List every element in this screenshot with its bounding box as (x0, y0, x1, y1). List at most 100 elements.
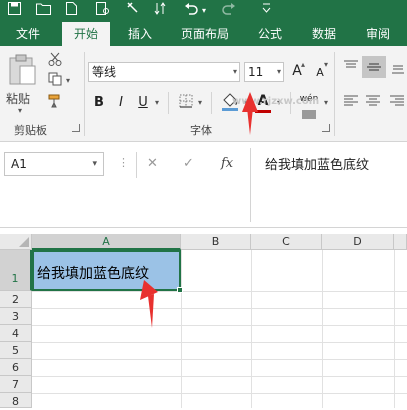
chevron-down-icon: ▾ (232, 67, 237, 76)
paste-button[interactable]: 粘贴 ▾ (4, 54, 42, 116)
cut-icon[interactable] (46, 52, 64, 72)
column-header-b[interactable]: B (181, 234, 251, 250)
align-bottom-icon[interactable] (390, 60, 406, 80)
row-header-6[interactable]: 6 (0, 359, 32, 376)
divider (290, 92, 291, 114)
paste-label: 粘贴 (6, 92, 31, 106)
font-size-select[interactable]: 11 ▾ (244, 62, 284, 82)
group-divider (84, 52, 85, 136)
save-icon[interactable] (8, 2, 21, 21)
column-header-e[interactable] (394, 234, 407, 250)
fill-color-bucket-icon[interactable] (220, 92, 240, 118)
phonetic-glyph-icon (302, 110, 316, 119)
row-header-2[interactable]: 2 (0, 291, 32, 308)
font-color-swatch (255, 110, 271, 113)
font-name-select[interactable]: 等线 ▾ (88, 62, 240, 82)
tab-review[interactable]: 审阅 (356, 22, 400, 46)
gridline (32, 376, 407, 377)
redo-icon[interactable] (222, 2, 236, 21)
font-name-value: 等线 (92, 65, 117, 79)
clipboard-icon (9, 54, 36, 85)
column-header-a[interactable]: A (32, 234, 181, 250)
gridline (394, 250, 395, 408)
open-folder-icon[interactable] (36, 2, 51, 21)
clipboard-group-label: 剪贴板 (14, 124, 47, 137)
format-painter-icon[interactable] (126, 2, 139, 22)
row-header-5[interactable]: 5 (0, 342, 32, 359)
name-box-value: A1 (11, 157, 27, 171)
bold-button[interactable]: B (92, 94, 106, 112)
tab-home[interactable]: 开始 (62, 22, 110, 46)
customize-toolbar-icon[interactable] (262, 2, 271, 20)
phonetic-dropdown-icon[interactable]: ▾ (324, 98, 328, 107)
cell-a1[interactable]: 给我填加蓝色底纹 (32, 250, 181, 291)
align-right-icon[interactable] (388, 94, 406, 114)
font-group-label: 字体 (190, 124, 212, 137)
select-all-corner[interactable] (0, 234, 32, 250)
row-header-4[interactable]: 4 (0, 325, 32, 342)
phonetic-label: wén (299, 94, 319, 104)
undo-dropdown-icon[interactable]: ▾ (202, 2, 206, 20)
copy-icon[interactable] (46, 72, 64, 92)
align-left-icon[interactable] (342, 94, 360, 114)
divider (211, 92, 212, 114)
gridline (32, 359, 407, 360)
cancel-icon[interactable]: ✕ (147, 156, 158, 171)
row-header-1[interactable]: 1 (0, 250, 32, 291)
quick-access-toolbar: ▾ (0, 0, 407, 22)
column-header-c[interactable]: C (251, 234, 322, 250)
font-color-letter: A (257, 93, 269, 109)
chevron-down-icon: ▾ (276, 67, 281, 76)
font-launcher-icon[interactable] (322, 124, 330, 132)
fill-handle[interactable] (177, 287, 183, 293)
gridline (32, 342, 407, 343)
sort-icon[interactable] (154, 2, 168, 21)
copy-dropdown-icon[interactable]: ▾ (66, 76, 70, 85)
fill-color-dropdown-icon[interactable]: ▾ (244, 98, 248, 107)
tab-file[interactable]: 文件 (6, 22, 50, 46)
tab-insert[interactable]: 插入 (118, 22, 162, 46)
formula-buttons: ✕ ✓ fx (136, 152, 248, 178)
gridline (181, 250, 182, 408)
row-header-8[interactable]: 8 (0, 393, 32, 408)
font-color-button[interactable]: A (254, 92, 272, 113)
clipboard-launcher-icon[interactable] (72, 124, 80, 132)
gridline (32, 325, 407, 326)
chevron-down-icon: ▾ (92, 159, 97, 169)
row-header-3[interactable]: 3 (0, 308, 32, 325)
font-color-dropdown-icon[interactable]: ▾ (277, 98, 281, 107)
divider (168, 92, 169, 114)
underline-dropdown-icon[interactable]: ▾ (155, 98, 159, 107)
align-center-icon[interactable] (364, 94, 382, 114)
enter-icon[interactable]: ✓ (183, 156, 194, 171)
ribbon-tabs: 文件 开始 插入 页面布局 公式 数据 审阅 (0, 22, 407, 46)
tab-page-layout[interactable]: 页面布局 (172, 22, 238, 46)
tab-formulas[interactable]: 公式 (248, 22, 292, 46)
name-box[interactable]: A1 ▾ (4, 152, 104, 176)
new-file-icon[interactable] (66, 2, 77, 21)
grow-font-arrow-icon: ▴ (301, 60, 306, 69)
align-middle-icon[interactable] (362, 56, 386, 78)
row-header-7[interactable]: 7 (0, 376, 32, 393)
group-divider (334, 52, 335, 136)
borders-icon[interactable] (178, 94, 194, 114)
underline-button[interactable]: U (136, 94, 150, 112)
format-painter-brush-icon[interactable] (46, 94, 64, 114)
print-preview-icon[interactable] (96, 2, 110, 21)
formula-bar-handle-icon: ⋮ (118, 156, 129, 169)
borders-dropdown-icon[interactable]: ▾ (198, 98, 202, 107)
align-top-icon[interactable] (342, 60, 360, 80)
column-header-d[interactable]: D (322, 234, 394, 250)
formula-input[interactable]: 给我填加蓝色底纹 (250, 148, 407, 222)
gridline (322, 250, 323, 408)
undo-icon[interactable] (184, 2, 198, 21)
tab-data[interactable]: 数据 (302, 22, 346, 46)
italic-button[interactable]: I (114, 94, 128, 112)
gridline (32, 291, 407, 292)
worksheet-grid[interactable]: A B C D 1 2 3 4 5 6 7 8 给我填加蓝色底纹 (0, 230, 407, 408)
ribbon: 粘贴 ▾ ▾ 剪贴板 等线 ▾ 11 ▾ A ▴ A ▾ B I U ▾ ▾ ▾… (0, 46, 407, 142)
phonetic-guide-button[interactable]: wén (296, 90, 322, 119)
shrink-font-arrow-icon: ▾ (324, 60, 329, 69)
insert-function-icon[interactable]: fx (221, 156, 233, 171)
font-size-value: 11 (248, 65, 264, 79)
